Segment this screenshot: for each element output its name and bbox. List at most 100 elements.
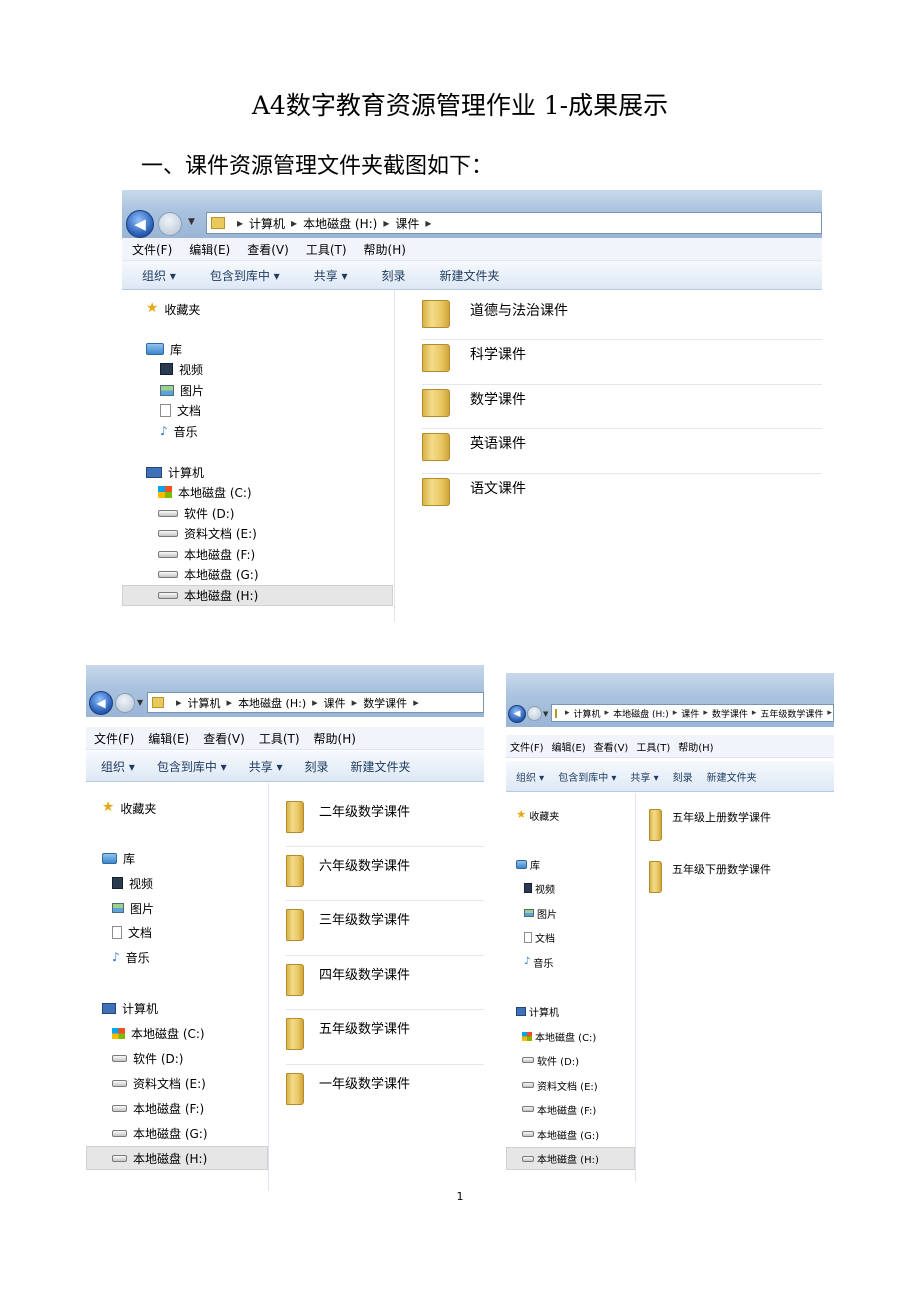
nav-drive-g[interactable]: 本地磁盘 (G:) (112, 1124, 208, 1142)
nav-drive-h[interactable]: 本地磁盘 (H:) (86, 1146, 268, 1170)
menu-file[interactable]: 文件(F) (132, 241, 172, 258)
burn-button[interactable]: 刻录 (382, 267, 406, 284)
breadcrumb-item[interactable]: 计算机 (249, 215, 285, 232)
menu-help[interactable]: 帮助(H) (364, 241, 406, 258)
organize-button[interactable]: 组织 ▾ (101, 758, 135, 775)
breadcrumb-item[interactable]: 五年级数学课件 (760, 707, 823, 720)
menu-help[interactable]: 帮助(H) (678, 739, 713, 754)
share-button[interactable]: 共享 ▾ (249, 758, 283, 775)
folder-item[interactable]: 四年级数学课件 (286, 964, 410, 996)
menu-file[interactable]: 文件(F) (510, 739, 544, 754)
nav-computer[interactable]: 计算机 (146, 463, 204, 481)
folder-item[interactable]: 数学课件 (422, 389, 526, 417)
nav-favorites[interactable]: ★ 收藏夹 (102, 799, 156, 817)
menu-tools[interactable]: 工具(T) (636, 739, 670, 754)
menu-view[interactable]: 查看(V) (594, 739, 629, 754)
nav-drive-c[interactable]: 本地磁盘 (C:) (112, 1024, 205, 1042)
nav-drive-e[interactable]: 资料文档 (E:) (158, 524, 257, 542)
folder-item[interactable]: 道德与法治课件 (422, 300, 568, 328)
folder-item[interactable]: 六年级数学课件 (286, 855, 410, 887)
nav-computer[interactable]: 计算机 (516, 1003, 559, 1019)
folder-item[interactable]: 五年级下册数学课件 (649, 861, 771, 893)
back-button[interactable]: ◀ (126, 210, 154, 238)
nav-libraries[interactable]: 库 (516, 856, 540, 872)
breadcrumb[interactable]: ▸ 计算机 ▸ 本地磁盘 (H:) ▸ 课件 ▸ (206, 212, 822, 234)
share-button[interactable]: 共享 ▾ (314, 267, 348, 284)
nav-drive-d[interactable]: 软件 (D:) (158, 504, 234, 522)
menu-tools[interactable]: 工具(T) (306, 241, 347, 258)
breadcrumb-item[interactable]: 课件 (681, 707, 699, 720)
menu-view[interactable]: 查看(V) (247, 241, 289, 258)
breadcrumb-item[interactable]: 数学课件 (712, 707, 748, 720)
share-button[interactable]: 共享 ▾ (630, 769, 658, 784)
nav-drive-g[interactable]: 本地磁盘 (G:) (158, 565, 259, 583)
history-dropdown-icon[interactable]: ▼ (188, 217, 195, 227)
nav-drive-d[interactable]: 软件 (D:) (112, 1049, 183, 1067)
nav-documents[interactable]: 文档 (160, 401, 201, 419)
nav-pictures[interactable]: 图片 (160, 381, 204, 399)
menu-edit[interactable]: 编辑(E) (189, 241, 230, 258)
include-in-library-button[interactable]: 包含到库中 ▾ (558, 769, 616, 784)
breadcrumb-item[interactable]: 计算机 (188, 695, 221, 711)
burn-button[interactable]: 刻录 (673, 769, 693, 784)
breadcrumb-item[interactable]: 课件 (324, 695, 346, 711)
back-button[interactable]: ◀ (508, 705, 526, 723)
nav-drive-c[interactable]: 本地磁盘 (C:) (158, 483, 252, 501)
nav-pictures[interactable]: 图片 (112, 899, 154, 917)
nav-videos[interactable]: 视频 (112, 874, 153, 892)
breadcrumb-item[interactable]: 数学课件 (363, 695, 407, 711)
nav-drive-e[interactable]: 资料文档 (E:) (522, 1077, 598, 1093)
burn-button[interactable]: 刻录 (305, 758, 329, 775)
folder-item[interactable]: 五年级数学课件 (286, 1018, 410, 1050)
nav-documents[interactable]: 文档 (524, 929, 555, 945)
folder-item[interactable]: 一年级数学课件 (286, 1073, 410, 1105)
nav-drive-e[interactable]: 资料文档 (E:) (112, 1074, 206, 1092)
breadcrumb-item[interactable]: 计算机 (574, 707, 601, 720)
folder-item[interactable]: 五年级上册数学课件 (649, 809, 771, 841)
nav-drive-f[interactable]: 本地磁盘 (F:) (158, 545, 255, 563)
breadcrumb-item[interactable]: 本地磁盘 (H:) (303, 215, 377, 232)
new-folder-button[interactable]: 新建文件夹 (440, 267, 500, 284)
menu-edit[interactable]: 编辑(E) (552, 739, 586, 754)
breadcrumb[interactable]: ▸ 计算机 ▸ 本地磁盘 (H:) ▸ 课件 ▸ 数学课件 ▸ 五年级数学课件 … (551, 704, 834, 722)
nav-drive-c[interactable]: 本地磁盘 (C:) (522, 1028, 596, 1044)
menu-edit[interactable]: 编辑(E) (148, 730, 189, 747)
nav-drive-h[interactable]: 本地磁盘 (H:) (506, 1147, 635, 1170)
folder-item[interactable]: 二年级数学课件 (286, 801, 410, 833)
nav-favorites[interactable]: ★ 收藏夹 (146, 300, 200, 318)
back-button[interactable]: ◀ (89, 691, 113, 715)
menu-tools[interactable]: 工具(T) (259, 730, 300, 747)
forward-button[interactable] (115, 693, 135, 713)
nav-drive-f[interactable]: 本地磁盘 (F:) (112, 1099, 204, 1117)
folder-item[interactable]: 三年级数学课件 (286, 909, 410, 941)
nav-libraries[interactable]: 库 (146, 340, 182, 358)
breadcrumb[interactable]: ▸ 计算机 ▸ 本地磁盘 (H:) ▸ 课件 ▸ 数学课件 ▸ (147, 692, 484, 713)
new-folder-button[interactable]: 新建文件夹 (351, 758, 411, 775)
organize-button[interactable]: 组织 ▾ (142, 267, 176, 284)
nav-drive-h[interactable]: 本地磁盘 (H:) (122, 585, 393, 606)
nav-drive-d[interactable]: 软件 (D:) (522, 1052, 579, 1068)
history-dropdown-icon[interactable]: ▼ (543, 710, 548, 718)
menu-file[interactable]: 文件(F) (94, 730, 134, 747)
nav-pictures[interactable]: 图片 (524, 905, 557, 921)
nav-favorites[interactable]: ★ 收藏夹 (516, 807, 559, 823)
breadcrumb-item[interactable]: 本地磁盘 (H:) (613, 707, 669, 720)
nav-music[interactable]: ♪ 音乐 (160, 422, 198, 440)
forward-button[interactable] (158, 212, 182, 236)
folder-item[interactable]: 语文课件 (422, 478, 526, 506)
nav-music[interactable]: ♪ 音乐 (524, 954, 553, 970)
folder-item[interactable]: 科学课件 (422, 344, 526, 372)
include-in-library-button[interactable]: 包含到库中 ▾ (157, 758, 227, 775)
nav-music[interactable]: ♪ 音乐 (112, 948, 150, 966)
nav-videos[interactable]: 视频 (160, 360, 203, 378)
menu-help[interactable]: 帮助(H) (314, 730, 356, 747)
folder-item[interactable]: 英语课件 (422, 433, 526, 461)
nav-computer[interactable]: 计算机 (102, 999, 158, 1017)
history-dropdown-icon[interactable]: ▼ (137, 698, 143, 707)
include-in-library-button[interactable]: 包含到库中 ▾ (210, 267, 280, 284)
organize-button[interactable]: 组织 ▾ (516, 769, 544, 784)
menu-view[interactable]: 查看(V) (203, 730, 245, 747)
nav-drive-g[interactable]: 本地磁盘 (G:) (522, 1126, 599, 1142)
forward-button[interactable] (527, 706, 542, 721)
nav-drive-f[interactable]: 本地磁盘 (F:) (522, 1101, 596, 1117)
